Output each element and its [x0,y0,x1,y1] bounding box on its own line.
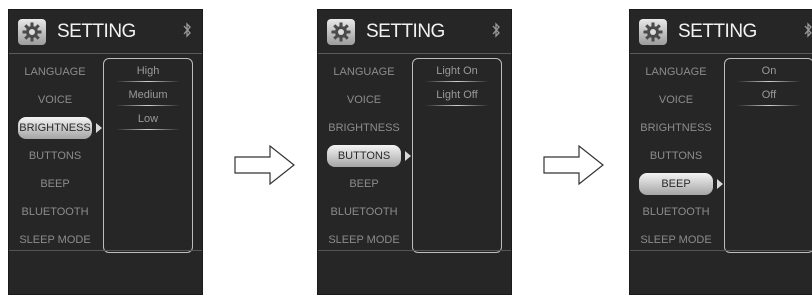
options-panel: High Medium Low [103,58,193,253]
option-item[interactable]: Medium [104,83,192,107]
option-item[interactable]: High [104,59,192,83]
menu-item[interactable]: BLUETOOTH [318,198,410,226]
page-title: SETTING [57,21,136,42]
menu-item[interactable]: BRIGHTNESS [9,114,102,142]
caret-right-icon [717,179,723,189]
screen: SETTING LANGUAGE VOICE BRIGHTNESS BUTTONS BEE… [629,9,812,295]
header: SETTING [9,10,202,54]
selected-menu-item[interactable]: BRIGHTNESS [18,117,92,139]
menu-item[interactable]: BUTTONS [630,142,722,170]
menu-item[interactable]: BRIGHTNESS [318,114,410,142]
page-title: SETTING [678,21,757,42]
settings-menu: LANGUAGE VOICE BRIGHTNESS BUTTONS BEEP BLUETO… [9,58,102,254]
gear-icon[interactable] [327,19,355,45]
page-title: SETTING [366,21,445,42]
settings-menu: LANGUAGE VOICE BRIGHTNESS BUTTONS BEEP BLUETO… [630,58,723,254]
options-panel: On Off [724,58,812,253]
divider [9,250,202,251]
option-item[interactable]: Light Off [413,83,501,107]
option-item[interactable]: Off [725,83,812,107]
options-panel: Light On Light Off [412,58,502,253]
menu-item[interactable]: VOICE [630,86,722,114]
menu-item[interactable]: BUTTONS [318,142,411,170]
menu-item[interactable]: BEEP [9,170,101,198]
menu-item[interactable]: BEEP [630,170,723,198]
option-item[interactable]: Light On [413,59,501,83]
option-item[interactable]: On [725,59,812,83]
menu-item[interactable]: VOICE [9,86,101,114]
menu-item[interactable]: BLUETOOTH [630,198,722,226]
menu-item[interactable]: BLUETOOTH [9,198,101,226]
right-arrow-icon [234,144,296,190]
menu-item[interactable]: VOICE [318,86,410,114]
option-item[interactable]: Low [104,107,192,131]
bluetooth-icon [491,22,501,38]
gear-icon[interactable] [639,19,667,45]
menu-item[interactable]: LANGUAGE [630,58,722,86]
gear-icon[interactable] [18,19,46,45]
bluetooth-icon [182,22,192,38]
header: SETTING [630,10,812,54]
screen: SETTING LANGUAGE VOICE BRIGHTNESS BUTTONS BEE… [8,9,203,295]
header: SETTING [318,10,511,54]
caret-right-icon [405,151,411,161]
menu-item[interactable]: BRIGHTNESS [630,114,722,142]
right-arrow-icon [543,144,605,190]
caret-right-icon [96,123,102,133]
menu-item[interactable]: BUTTONS [9,142,101,170]
settings-menu: LANGUAGE VOICE BRIGHTNESS BUTTONS BEEP BLUETO… [318,58,411,254]
menu-item[interactable]: LANGUAGE [9,58,101,86]
selected-menu-item[interactable]: BUTTONS [327,145,401,167]
divider [630,250,812,251]
selected-menu-item[interactable]: BEEP [639,173,713,195]
menu-item[interactable]: LANGUAGE [318,58,410,86]
menu-item[interactable]: BEEP [318,170,410,198]
screen: SETTING LANGUAGE VOICE BRIGHTNESS BUTTONS BEE… [317,9,512,295]
divider [318,250,511,251]
bluetooth-icon [803,22,812,38]
